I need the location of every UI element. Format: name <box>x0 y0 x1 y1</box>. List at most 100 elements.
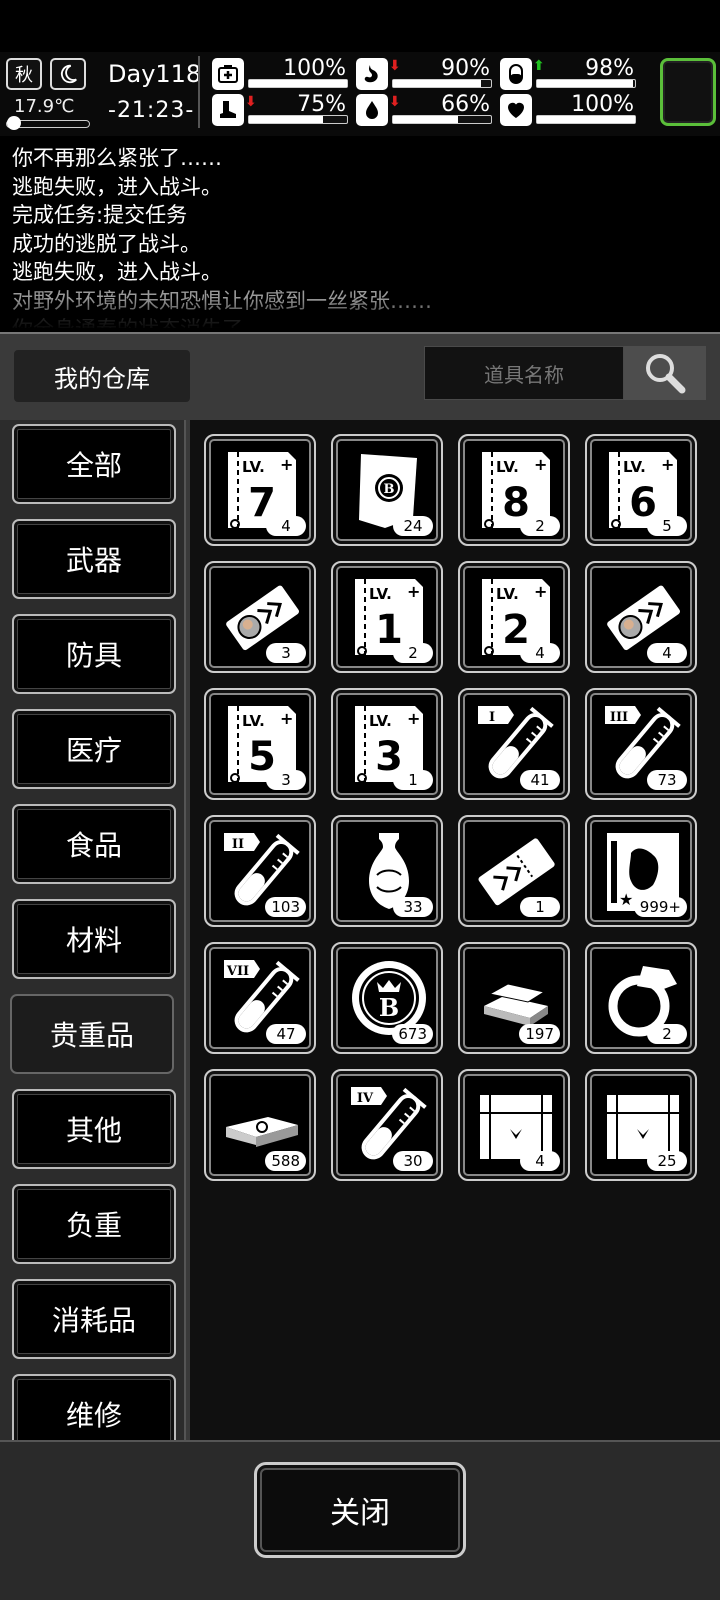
trend-up-icon: ⬆ <box>533 58 545 74</box>
inventory-slot[interactable]: III 73 <box>585 688 697 800</box>
category-tab[interactable]: 负重 <box>12 1184 176 1264</box>
svg-text:+: + <box>661 455 674 474</box>
log-line: 你不再那么紧张了…… <box>12 146 222 170</box>
svg-text:+: + <box>534 455 547 474</box>
item-count: 1 <box>520 897 560 917</box>
category-tab[interactable]: 消耗品 <box>12 1279 176 1359</box>
inventory-slot[interactable]: ★ 999+ <box>585 815 697 927</box>
category-tab[interactable]: 其他 <box>12 1089 176 1169</box>
inventory-slot[interactable]: 2 <box>585 942 697 1054</box>
pill-icon <box>500 58 532 90</box>
item-count: 2 <box>393 643 433 663</box>
stat-health: 100% <box>212 56 348 92</box>
trend-down-icon: ⬇ <box>389 58 401 74</box>
category-tab[interactable]: 武器 <box>12 519 176 599</box>
category-tab[interactable]: 全部 <box>12 424 176 504</box>
item-count: 47 <box>266 1024 306 1044</box>
inventory-slot[interactable]: I 41 <box>458 688 570 800</box>
medkit-icon <box>212 58 244 90</box>
moon-icon[interactable] <box>50 58 86 90</box>
inventory-slot[interactable]: 33 <box>331 815 443 927</box>
category-tab[interactable]: 材料 <box>12 899 176 979</box>
minimap-button[interactable] <box>660 58 716 126</box>
water-drop-icon <box>356 94 388 126</box>
temperature-label: 17.9℃ <box>14 96 75 117</box>
item-count: 4 <box>266 516 306 536</box>
stat-value: 100% <box>571 92 634 117</box>
svg-text:+: + <box>280 455 293 474</box>
item-search-input[interactable]: 道具名称 <box>424 346 624 400</box>
category-tab[interactable]: 贵重品 <box>10 994 174 1074</box>
inventory-slot[interactable]: IV 30 <box>331 1069 443 1181</box>
stat-heart: 100% <box>500 92 636 128</box>
item-count: 24 <box>393 516 433 536</box>
trend-down-icon: ⬇ <box>389 94 401 110</box>
svg-text:LV.: LV. <box>242 458 265 476</box>
svg-text:LV.: LV. <box>623 458 646 476</box>
inventory-slot[interactable]: II 103 <box>204 815 316 927</box>
season-button[interactable]: 秋 <box>6 58 42 90</box>
stat-bar <box>248 79 348 88</box>
inventory-slot[interactable]: 197 <box>458 942 570 1054</box>
item-count: 3 <box>266 643 306 663</box>
potion-tier: III <box>610 710 628 725</box>
category-tab[interactable]: 防具 <box>12 614 176 694</box>
inventory-slot[interactable]: LV. +5 3 <box>204 688 316 800</box>
inventory-slot[interactable]: LV. +3 1 <box>331 688 443 800</box>
inventory-slot[interactable]: B 673 <box>331 942 443 1054</box>
log-line: 完成任务:提交任务 <box>12 203 188 227</box>
log-line: 逃跑失败，进入战斗。 <box>12 174 222 199</box>
svg-text:★: ★ <box>619 890 633 909</box>
inventory-slot[interactable]: LV. +8 2 <box>458 434 570 546</box>
close-button[interactable]: 关闭 <box>254 1462 466 1558</box>
trend-down-icon: ⬇ <box>245 94 257 110</box>
item-count: 3 <box>266 770 306 790</box>
item-count: 103 <box>265 897 306 917</box>
inventory-slot[interactable]: LV. +7 4 <box>204 434 316 546</box>
stat-bar <box>536 79 636 88</box>
item-count: 5 <box>647 516 687 536</box>
item-count: 197 <box>519 1024 560 1044</box>
item-count: 33 <box>393 897 433 917</box>
inventory-slot[interactable]: 4 <box>585 561 697 673</box>
svg-text:LV.: LV. <box>496 458 519 476</box>
warehouse-title: 我的仓库 <box>14 350 190 402</box>
category-tab[interactable]: 医疗 <box>12 709 176 789</box>
stat-value: 75% <box>297 92 346 117</box>
search-icon <box>646 354 686 394</box>
inventory-slot[interactable]: 3 <box>204 561 316 673</box>
stat-value: 98% <box>585 56 634 81</box>
category-tab[interactable]: 食品 <box>12 804 176 884</box>
inventory-slot[interactable]: 1 <box>458 815 570 927</box>
inventory-slot[interactable]: 588 <box>204 1069 316 1181</box>
day-counter: Day118 <box>108 60 202 88</box>
temperature-bar <box>6 116 90 130</box>
search-button[interactable] <box>624 346 706 400</box>
item-count: 588 <box>265 1151 306 1171</box>
inventory-slot[interactable]: 4 <box>458 1069 570 1181</box>
inventory-slot[interactable]: LV. +2 4 <box>458 561 570 673</box>
stat-mood: ⬆ 98% <box>500 56 636 92</box>
potion-tier: I <box>489 710 495 725</box>
item-count: 41 <box>520 770 560 790</box>
potion-tier: IV <box>357 1091 374 1106</box>
inventory-slot[interactable]: VII 47 <box>204 942 316 1054</box>
game-clock: -21:23- <box>108 98 195 123</box>
inventory-slot[interactable]: 25 <box>585 1069 697 1181</box>
item-count: 4 <box>647 643 687 663</box>
item-count: 673 <box>392 1024 433 1044</box>
item-count: 999+ <box>633 897 687 917</box>
stat-bar <box>248 115 348 124</box>
inventory-slot[interactable]: LV. +6 5 <box>585 434 697 546</box>
svg-text:B: B <box>384 482 395 497</box>
svg-text:+: + <box>280 709 293 728</box>
inventory-slot[interactable]: LV. +1 2 <box>331 561 443 673</box>
warehouse-panel: 我的仓库 道具名称 全部 武器 防具 医疗 食品 材料 贵重品 其他 负重 消耗品 维修 LV. +7… <box>0 332 720 1600</box>
inventory-slot[interactable]: B 24 <box>331 434 443 546</box>
item-count: 4 <box>520 1151 560 1171</box>
heart-icon <box>500 94 532 126</box>
svg-text:LV.: LV. <box>369 585 392 603</box>
svg-text:+: + <box>407 709 420 728</box>
item-count: 4 <box>520 643 560 663</box>
stat-bar <box>536 115 636 124</box>
